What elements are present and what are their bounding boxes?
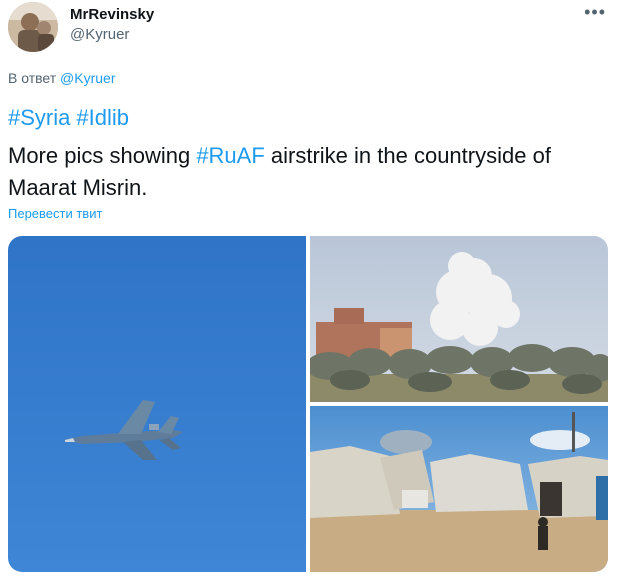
tweet-text-part1: More pics showing: [8, 143, 197, 168]
hashtag-line: #Syria #Idlib: [8, 105, 135, 131]
more-options-icon[interactable]: •••: [584, 2, 606, 23]
author-name[interactable]: MrRevinsky: [70, 6, 154, 23]
tweet-text-line2: Maarat Misrin.: [8, 175, 148, 200]
reply-prefix: В ответ: [8, 70, 57, 86]
reply-to-link[interactable]: @Kyruer: [60, 70, 115, 86]
photo-tents[interactable]: [310, 406, 608, 572]
hashtag-idlib[interactable]: #Idlib: [76, 105, 129, 130]
hashtag-ruaf[interactable]: #RuAF: [196, 143, 264, 168]
hashtag-syria[interactable]: #Syria: [8, 105, 70, 130]
tweet-text-part2: airstrike in the countryside of: [264, 143, 551, 168]
photo-jet[interactable]: [8, 236, 306, 572]
translate-tweet-link[interactable]: Перевести твит: [8, 206, 102, 221]
media-grid: [8, 236, 608, 572]
tweet-text: More pics showing #RuAF airstrike in the…: [8, 140, 608, 204]
reply-context: В ответ @Kyruer: [8, 70, 115, 86]
photo-smoke[interactable]: [306, 236, 608, 404]
author-handle[interactable]: @Kyruer: [70, 26, 129, 43]
avatar[interactable]: [8, 2, 58, 52]
